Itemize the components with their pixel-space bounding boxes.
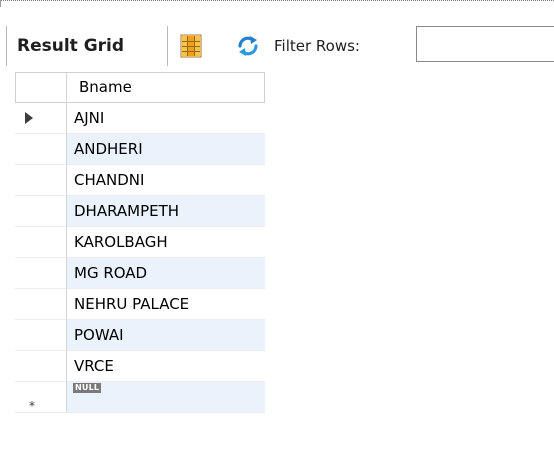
grid-layout-icon[interactable]	[180, 34, 202, 58]
filter-rows-label: Filter Rows:	[274, 37, 360, 55]
table-row[interactable]: KAROLBAGH	[15, 227, 265, 258]
top-divider-corner	[0, 0, 1, 7]
bname-cell[interactable]: MG ROAD	[67, 258, 265, 289]
row-header[interactable]	[15, 351, 67, 382]
table-row[interactable]: DHARAMPETH	[15, 196, 265, 227]
row-header[interactable]: *	[15, 382, 67, 413]
bname-cell[interactable]: NEHRU PALACE	[67, 289, 265, 320]
current-row-arrow-icon	[25, 112, 33, 124]
bname-cell[interactable]: KAROLBAGH	[67, 227, 265, 258]
row-header[interactable]	[15, 165, 67, 196]
result-grid-panel: Result Grid Filter Rows: Bname AJNI ANDH…	[0, 0, 554, 472]
row-header[interactable]	[15, 289, 67, 320]
row-header[interactable]	[15, 227, 67, 258]
new-row-asterisk-icon: *	[29, 399, 35, 413]
filter-rows-input[interactable]	[416, 26, 554, 62]
row-header[interactable]	[15, 103, 67, 134]
bname-cell[interactable]: ANDHERI	[67, 134, 265, 165]
new-row[interactable]: * NULL	[15, 382, 265, 413]
table-row[interactable]: NEHRU PALACE	[15, 289, 265, 320]
grid-header-row: Bname	[15, 72, 265, 103]
bname-cell[interactable]: DHARAMPETH	[67, 196, 265, 227]
bname-cell[interactable]: VRCE	[67, 351, 265, 382]
row-header[interactable]	[15, 320, 67, 351]
bname-cell[interactable]: CHANDNI	[67, 165, 265, 196]
null-badge: NULL	[73, 383, 102, 393]
table-row[interactable]: VRCE	[15, 351, 265, 382]
table-row[interactable]: AJNI	[15, 103, 265, 134]
bname-cell[interactable]: NULL	[67, 382, 265, 413]
table-row[interactable]: POWAI	[15, 320, 265, 351]
row-header[interactable]	[15, 196, 67, 227]
result-grid-tab[interactable]: Result Grid	[17, 36, 124, 56]
grid-corner-header[interactable]	[15, 72, 67, 103]
row-header[interactable]	[15, 134, 67, 165]
table-row[interactable]: MG ROAD	[15, 258, 265, 289]
toolbar-separator	[167, 26, 168, 66]
top-divider	[0, 0, 554, 1]
table-row[interactable]: ANDHERI	[15, 134, 265, 165]
column-header-bname[interactable]: Bname	[67, 72, 265, 103]
result-grid-table: Bname AJNI ANDHERI CHANDNI DHARAMPETH KA…	[15, 72, 265, 413]
toolbar-separator	[6, 26, 7, 66]
row-header[interactable]	[15, 258, 67, 289]
bname-cell[interactable]: POWAI	[67, 320, 265, 351]
result-grid-toolbar: Result Grid Filter Rows:	[0, 23, 554, 67]
bname-cell[interactable]: AJNI	[67, 103, 265, 134]
refresh-icon[interactable]	[236, 35, 260, 57]
table-row[interactable]: CHANDNI	[15, 165, 265, 196]
